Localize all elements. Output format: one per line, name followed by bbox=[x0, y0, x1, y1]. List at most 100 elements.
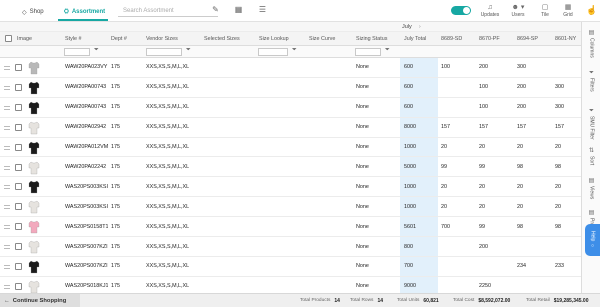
vendor-sizes-filter-input[interactable] bbox=[146, 48, 182, 56]
side-tab-filters[interactable]: ⏷ Filters bbox=[582, 70, 600, 92]
row-checkbox[interactable] bbox=[15, 282, 22, 290]
row-checkbox[interactable] bbox=[15, 64, 22, 71]
col-header-store-3[interactable]: 8694-SP bbox=[514, 32, 552, 45]
filter-icon[interactable]: ⏷ bbox=[94, 47, 99, 54]
users-button[interactable]: ☻ ▾ Users bbox=[503, 3, 533, 20]
table-row[interactable]: WAW20PA02942 175 XXS,XS,S,M,L,XL None 8000 15… bbox=[0, 118, 581, 138]
side-tab-sort[interactable]: ⇅ Sort bbox=[582, 148, 600, 165]
col-header-dept[interactable]: Dept # bbox=[108, 32, 142, 45]
table-row[interactable]: WAW20PA00743 175 XXS,XS,S,M,L,XL None 600 100… bbox=[0, 78, 581, 98]
side-tab-views[interactable]: ▤ Views bbox=[582, 178, 600, 199]
search-input[interactable]: Search Assortment bbox=[118, 5, 218, 17]
view-toggle[interactable] bbox=[451, 6, 471, 15]
col-header-sizing-status[interactable]: Sizing Status bbox=[353, 32, 399, 45]
drag-handle-icon[interactable] bbox=[4, 165, 10, 170]
row-checkbox[interactable] bbox=[15, 103, 22, 111]
drag-handle-icon[interactable] bbox=[4, 205, 10, 210]
row-checkbox[interactable] bbox=[15, 123, 22, 131]
col-header-vendor-sizes[interactable]: Vendor Sizes bbox=[143, 32, 199, 45]
drag-handle-icon[interactable] bbox=[4, 245, 10, 250]
size-lookup-filter-input[interactable] bbox=[258, 48, 288, 56]
cell-style[interactable]: WAW20PA00743 bbox=[62, 98, 108, 117]
calendar-icon[interactable]: ▦ bbox=[234, 5, 243, 15]
drag-handle-icon[interactable] bbox=[4, 105, 10, 110]
col-header-store-2[interactable]: 8670-PF bbox=[476, 32, 514, 45]
filter-icon[interactable]: ⏷ bbox=[186, 47, 191, 54]
cell-style[interactable]: WAS20PS003KSI bbox=[62, 197, 108, 216]
cell-style[interactable]: WAW20PA02942 bbox=[62, 118, 108, 137]
help-button[interactable]: Help ○ bbox=[585, 224, 600, 256]
drag-handle-icon[interactable] bbox=[4, 225, 10, 230]
cell-style[interactable]: WAS20PS007KZI bbox=[62, 237, 108, 256]
continue-shopping-button[interactable]: ← Continue Shopping bbox=[0, 294, 80, 307]
drag-handle-icon[interactable] bbox=[4, 66, 10, 70]
nav-tab-assortment[interactable]: ⛭ Assortment bbox=[64, 6, 105, 18]
cell-style[interactable]: WAS20PS003KSI bbox=[62, 177, 108, 196]
drag-handle-icon[interactable] bbox=[4, 265, 10, 269]
row-checkbox[interactable] bbox=[15, 203, 22, 211]
nav-tab-shop[interactable]: ◇ Shop bbox=[22, 6, 44, 18]
product-thumbnail[interactable] bbox=[28, 101, 40, 115]
drag-handle-icon[interactable] bbox=[4, 145, 10, 150]
table-row[interactable]: WAS20PS018KJ1 175 XXS,XS,S,M,L,XL None 9000 2… bbox=[0, 277, 581, 293]
table-row[interactable]: WAS20PS003KSI 175 XXS,XS,S,M,L,XL None 1000 2… bbox=[0, 197, 581, 218]
select-all-checkbox[interactable] bbox=[5, 35, 12, 42]
table-row[interactable]: WAS20PS007KZI 175 XXS,XS,S,M,L,XL None 700 23… bbox=[0, 257, 581, 277]
cell-style[interactable]: WAW20PA02242 bbox=[62, 158, 108, 177]
product-thumbnail[interactable] bbox=[28, 161, 40, 175]
filter-icon[interactable]: ⏷ bbox=[292, 47, 297, 54]
table-row[interactable]: WAW20PA012VM 175 XXS,XS,S,M,L,XL None 1000 20… bbox=[0, 138, 581, 158]
table-row[interactable]: WAW20PA023VY 175 XXS,XS,S,M,L,XL None 600 100… bbox=[0, 58, 581, 78]
product-thumbnail[interactable] bbox=[28, 280, 40, 293]
row-checkbox[interactable] bbox=[15, 263, 22, 270]
side-tab-columns[interactable]: ▤ Columns bbox=[582, 30, 600, 58]
sizing-status-filter-input[interactable] bbox=[355, 48, 381, 56]
product-thumbnail[interactable] bbox=[28, 180, 40, 194]
table-row[interactable]: WAW20PA00743 175 XXS,XS,S,M,L,XL None 600 100… bbox=[0, 98, 581, 118]
product-thumbnail[interactable] bbox=[28, 260, 40, 274]
col-header-size-curve[interactable]: Size Curve bbox=[306, 32, 350, 45]
filter-icon[interactable]: ⏷ bbox=[385, 47, 390, 54]
drag-handle-icon[interactable] bbox=[4, 284, 10, 289]
row-checkbox[interactable] bbox=[15, 83, 22, 91]
product-thumbnail[interactable] bbox=[28, 121, 40, 135]
drag-handle-icon[interactable] bbox=[4, 125, 10, 130]
grid-view-button[interactable]: ▦ Grid bbox=[553, 3, 583, 20]
product-thumbnail[interactable] bbox=[28, 220, 40, 234]
cell-style[interactable]: WAS20PS0158T1 bbox=[62, 217, 108, 236]
edit-icon[interactable]: ✎ bbox=[211, 5, 220, 15]
row-checkbox[interactable] bbox=[15, 223, 22, 231]
table-row[interactable]: WAW20PA02242 175 XXS,XS,S,M,L,XL None 5000 99… bbox=[0, 158, 581, 178]
style-filter-input[interactable] bbox=[64, 48, 90, 56]
cell-style[interactable]: WAS20PS007KZI bbox=[62, 257, 108, 276]
updates-button[interactable]: ♫ Updates bbox=[475, 3, 505, 20]
product-thumbnail[interactable] bbox=[28, 240, 40, 254]
document-icon[interactable]: ☰ bbox=[258, 5, 267, 15]
col-header-style[interactable]: Style # bbox=[62, 32, 108, 45]
drag-handle-icon[interactable] bbox=[4, 185, 10, 190]
table-row[interactable]: WAS20PS0158T1 175 XXS,XS,S,M,L,XL None 5601 7… bbox=[0, 217, 581, 238]
col-header-selected-sizes[interactable]: Selected Sizes bbox=[201, 32, 255, 45]
table-row[interactable]: WAS20PS003KSI 175 XXS,XS,S,M,L,XL None 1000 2… bbox=[0, 177, 581, 198]
cell-style[interactable]: WAW20PA012VM bbox=[62, 138, 108, 157]
col-header-july-total[interactable]: July Total bbox=[401, 32, 439, 45]
product-thumbnail[interactable] bbox=[28, 81, 40, 95]
table-row[interactable]: WAS20PS007KZI 175 XXS,XS,S,M,L,XL None 800 20… bbox=[0, 237, 581, 257]
row-checkbox[interactable] bbox=[15, 163, 22, 171]
row-checkbox[interactable] bbox=[15, 143, 22, 151]
chevron-right-icon[interactable]: › bbox=[419, 22, 421, 32]
product-thumbnail[interactable] bbox=[28, 61, 40, 75]
row-checkbox[interactable] bbox=[15, 183, 22, 191]
col-header-store-4[interactable]: 8601-NY bbox=[552, 32, 581, 45]
cell-style[interactable]: WAS20PS018KJ1 bbox=[62, 277, 108, 293]
cell-style[interactable]: WAW20PA00743 bbox=[62, 78, 108, 97]
product-thumbnail[interactable] bbox=[28, 200, 40, 214]
col-header-image[interactable]: Image bbox=[14, 32, 58, 45]
side-tab-smu-filter[interactable]: ⏷ SMU Filter bbox=[582, 108, 600, 140]
product-thumbnail[interactable] bbox=[28, 141, 40, 155]
drag-handle-icon[interactable] bbox=[4, 85, 10, 90]
col-header-size-lookup[interactable]: Size Lookup bbox=[256, 32, 304, 45]
col-header-store-1[interactable]: 8689-SD bbox=[438, 32, 476, 45]
row-checkbox[interactable] bbox=[15, 243, 22, 251]
cell-style[interactable]: WAW20PA023VY bbox=[62, 58, 108, 77]
